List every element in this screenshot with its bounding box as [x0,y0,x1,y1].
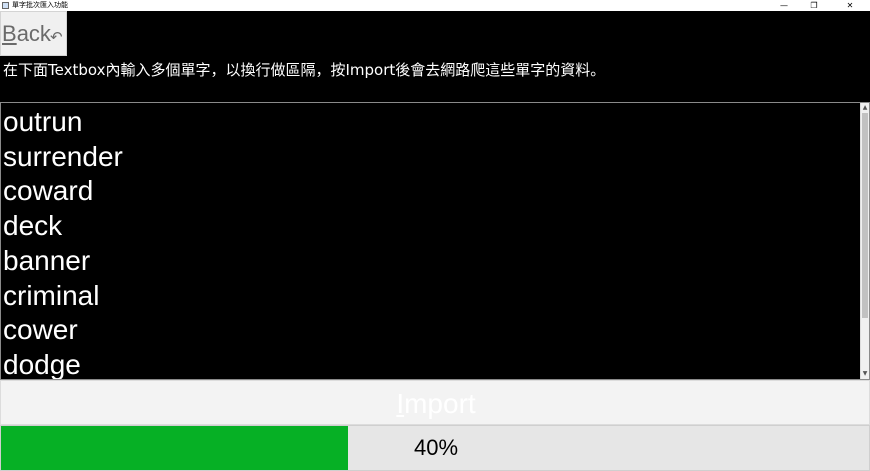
import-button[interactable]: Import [0,380,870,425]
maximize-button[interactable]: ❐ [800,0,828,11]
word-line: dodge [3,348,81,380]
words-textbox[interactable]: outrun surrender coward deck banner crim… [0,102,870,380]
instruction-text: 在下面Textbox內輸入多個單字，以換行做區隔，按Import後會去網路爬這些… [3,61,606,79]
word-line: banner [3,244,91,276]
minimize-button[interactable]: — [770,0,798,11]
scroll-up-arrow-icon[interactable]: ▲ [861,104,869,112]
scroll-down-arrow-icon[interactable]: ▼ [861,370,869,378]
word-line: outrun [3,106,83,137]
word-line: criminal [3,279,100,311]
vertical-scrollbar[interactable]: ▲ ▼ [860,103,869,379]
undo-arrow-icon: ↶ [50,28,63,46]
back-button-label: Back [2,21,51,46]
scroll-thumb[interactable] [862,113,868,318]
word-line: deck [3,210,63,242]
progress-label: 40% [413,435,459,460]
word-line: surrender [3,140,123,172]
back-button[interactable]: Back ↶ [0,11,67,56]
progress-bar: 40% [0,425,870,471]
word-line: cower [3,314,78,346]
import-button-label: Import [396,388,476,419]
word-line: coward [3,175,94,207]
word-list: outrun surrender coward deck banner crim… [3,105,123,380]
window-title: 單字批次匯入功能 [12,1,68,9]
title-bar: 單字批次匯入功能 — ❐ ✕ [0,0,870,11]
app-icon [2,2,9,9]
close-button[interactable]: ✕ [836,0,864,11]
